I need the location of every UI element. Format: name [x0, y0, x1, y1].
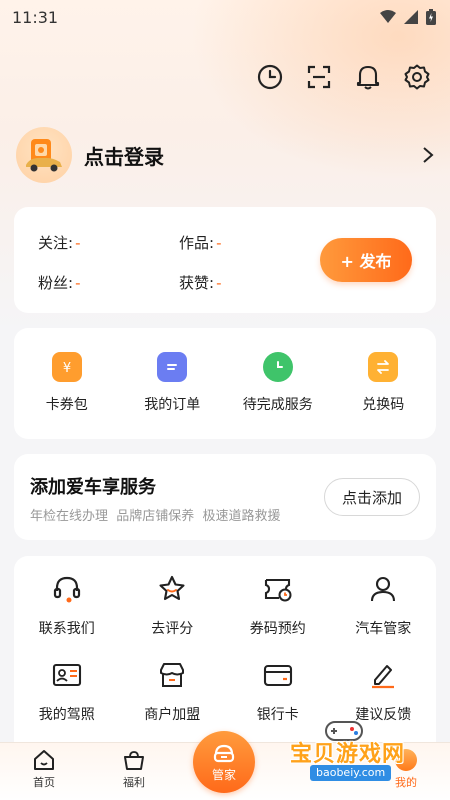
- tab-butler[interactable]: 管家: [193, 731, 255, 793]
- add-car-button[interactable]: 点击添加: [324, 478, 420, 516]
- svg-text:¥: ¥: [63, 361, 71, 376]
- coupon-icon: ¥: [51, 352, 82, 382]
- tab-home-label: 首页: [33, 776, 55, 789]
- star-icon: [159, 575, 185, 601]
- quick-item-label: 兑换码: [362, 397, 405, 413]
- store-icon: [160, 663, 185, 687]
- login-label[interactable]: 点击登录: [84, 141, 164, 170]
- top-toolbar: [255, 62, 432, 92]
- car-avatar-icon: [26, 139, 62, 172]
- service-rate[interactable]: 去评分: [120, 574, 226, 660]
- history-button[interactable]: [255, 62, 285, 92]
- tab-welfare-label: 福利: [123, 776, 145, 789]
- scan-icon: [307, 65, 331, 89]
- works-stat[interactable]: 作品: -: [179, 232, 221, 253]
- gift-box-icon: [124, 751, 144, 770]
- scan-button[interactable]: [304, 62, 334, 92]
- service-label: 我的驾照: [38, 707, 95, 723]
- battery-icon: [426, 9, 436, 25]
- notifications-button[interactable]: [353, 62, 383, 92]
- exchange-icon: [368, 352, 399, 382]
- bank-card-icon: [263, 664, 292, 687]
- quick-item-pending-services[interactable]: 待完成服务: [225, 328, 331, 439]
- avatar[interactable]: [16, 127, 72, 183]
- tab-welfare[interactable]: 福利: [104, 749, 164, 790]
- add-car-subtitle: 年检在线办理 品牌店铺保养 极速道路救援: [30, 509, 281, 524]
- watermark-text: 宝贝游戏网: [290, 742, 406, 767]
- ticket-clock-icon: [264, 578, 292, 602]
- likes-value: -: [216, 274, 222, 292]
- service-driver-license[interactable]: 我的驾照: [14, 660, 120, 746]
- tab-home[interactable]: 首页: [14, 749, 74, 790]
- status-bar: 11:31: [0, 0, 450, 34]
- butler-icon: [213, 744, 235, 762]
- quick-item-redeem-code[interactable]: 兑换码: [331, 328, 437, 439]
- order-icon: [157, 352, 188, 382]
- status-icons: [380, 9, 436, 25]
- quick-actions-card: ¥ 卡券包 我的订单 待完成服务 兑换码: [14, 328, 436, 439]
- quick-item-orders[interactable]: 我的订单: [120, 328, 226, 439]
- user-icon: [371, 576, 396, 602]
- chevron-right-icon: [423, 147, 434, 163]
- service-merchant-join[interactable]: 商户加盟: [120, 660, 226, 746]
- gear-icon: [404, 64, 430, 90]
- service-label: 去评分: [151, 621, 194, 637]
- follow-stat[interactable]: 关注: -: [38, 232, 80, 253]
- add-car-title: 添加爱车享服务: [30, 477, 156, 498]
- works-value: -: [216, 234, 222, 252]
- service-label: 汽车管家: [355, 621, 412, 637]
- watermark-url: baobeiy.com: [310, 765, 392, 781]
- login-row[interactable]: 点击登录: [16, 126, 436, 184]
- works-label: 作品:: [179, 234, 215, 252]
- wifi-icon: [380, 10, 396, 23]
- stats-card: 关注: - 作品: - 粉丝: - 获赞: - + 发布: [14, 207, 436, 313]
- clock-icon: [257, 64, 283, 90]
- tab-butler-label: 管家: [211, 767, 236, 782]
- fans-label: 粉丝:: [38, 274, 74, 292]
- id-card-icon: [52, 663, 81, 687]
- likes-stat[interactable]: 获赞: -: [179, 272, 221, 293]
- service-contact-us[interactable]: 联系我们: [14, 574, 120, 660]
- quick-item-label: 我的订单: [144, 397, 201, 413]
- quick-item-label: 卡券包: [45, 397, 88, 413]
- watermark: 宝贝游戏网 baobeiy.com: [262, 716, 450, 782]
- publish-button[interactable]: + 发布: [320, 238, 412, 282]
- home-icon: [34, 750, 54, 770]
- alarm-clock-icon: [262, 352, 293, 382]
- fans-value: -: [75, 274, 81, 292]
- headset-icon: [53, 576, 80, 603]
- status-time: 11:31: [12, 7, 59, 27]
- follow-value: -: [75, 234, 81, 252]
- bell-icon: [356, 65, 380, 90]
- likes-label: 获赞:: [179, 274, 215, 292]
- edit-icon: [372, 665, 395, 689]
- fans-stat[interactable]: 粉丝: -: [38, 272, 80, 293]
- service-label: 联系我们: [38, 621, 95, 637]
- service-car-butler[interactable]: 汽车管家: [331, 574, 437, 660]
- signal-icon: [404, 10, 418, 24]
- service-label: 券码预约: [249, 621, 306, 637]
- quick-item-coupons[interactable]: ¥ 卡券包: [14, 328, 120, 439]
- settings-button[interactable]: [402, 62, 432, 92]
- service-coupon-booking[interactable]: 券码预约: [225, 574, 331, 660]
- service-label: 商户加盟: [144, 707, 201, 723]
- add-car-card: 添加爱车享服务 年检在线办理 品牌店铺保养 极速道路救援 点击添加: [14, 454, 436, 540]
- quick-item-label: 待完成服务: [242, 397, 313, 413]
- follow-label: 关注:: [38, 234, 74, 252]
